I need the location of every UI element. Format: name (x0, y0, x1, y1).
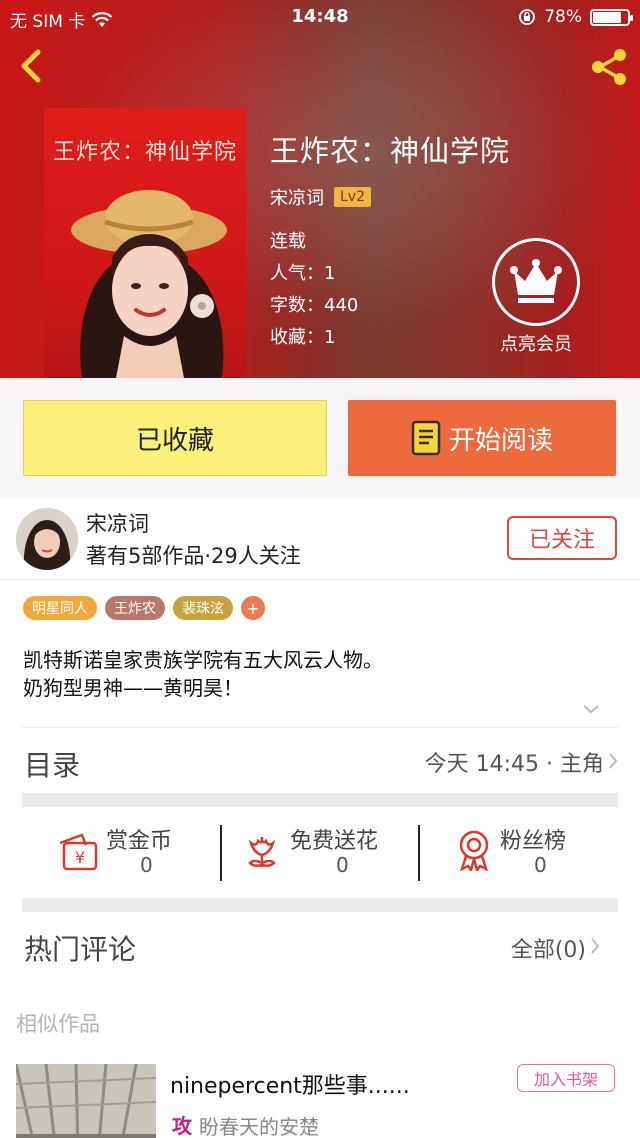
author-avatar-image (16, 508, 78, 570)
ribbon-medal-icon (459, 830, 489, 871)
catalog-row[interactable]: 目录 今天 14:45 · 主角 (22, 727, 618, 793)
add-tag-button[interactable]: + (241, 596, 265, 620)
battery-icon (590, 8, 633, 26)
back-button[interactable] (14, 46, 48, 86)
popularity: 人气：1 (270, 263, 336, 284)
chevron-left-icon (21, 49, 41, 83)
crown-icon (510, 259, 562, 303)
recommendation-tag: 攻 (172, 1114, 192, 1138)
author-stats: 著有5部作品·29人关注 (86, 544, 301, 568)
hot-comments-label: 热门评论 (24, 933, 137, 966)
cover-title: 王炸农：神仙学院 (52, 140, 237, 165)
reward-flowers-label: 免费送花 (290, 829, 379, 854)
hot-comments-row[interactable]: 热门评论 全部(0) (22, 912, 618, 978)
svg-text:¥: ¥ (75, 848, 85, 867)
word-count: 字数：440 (270, 295, 359, 316)
chevron-right-icon (591, 938, 600, 954)
serial-status: 连载 (270, 231, 306, 252)
recommendation-title[interactable]: ninepercent那些事...... (170, 1068, 410, 1100)
start-reading-button[interactable]: 开始阅读 (348, 400, 616, 476)
reward-fans-label: 粉丝榜 (500, 829, 567, 854)
reward-fans-count: 0 (534, 853, 547, 877)
favorite-count: 收藏：1 (270, 327, 336, 348)
avatar[interactable] (16, 508, 78, 570)
book-title: 王炸农：神仙学院 (270, 134, 511, 168)
divider (220, 825, 222, 881)
catalog-latest-update: 今天 14:45 · 主角 (424, 752, 604, 777)
section-divider (22, 898, 618, 912)
reward-coins-label: 赏金币 (106, 829, 173, 854)
book-author[interactable]: 宋凉词 (270, 184, 324, 210)
author-card[interactable]: 宋凉词 著有5部作品·29人关注 已关注 (0, 498, 640, 580)
recommendation-cover-image (16, 1064, 156, 1138)
divider (418, 825, 420, 881)
start-reading-label: 开始阅读 (448, 425, 553, 456)
chevron-right-icon (609, 753, 618, 769)
battery-percent: 78% (544, 7, 582, 27)
list-item[interactable]: ninepercent那些事...... 攻 盼春天的安楚 加入书架 (0, 1050, 640, 1138)
share-button[interactable] (588, 46, 630, 88)
tag-item[interactable]: 王炸农 (105, 596, 165, 620)
book-header: 无 SIM 卡 14:48 78% 王炸农：神仙学院 王炸农：神仙学院 宋凉词 … (0, 0, 640, 378)
section-divider (22, 793, 618, 807)
orientation-lock-icon (519, 9, 536, 25)
book-info: 王炸农：神仙学院 宋凉词 Lv2 连载 人气：1 字数：440 收藏：1 (270, 128, 510, 354)
status-bar: 无 SIM 卡 14:48 78% (0, 0, 640, 36)
reward-coins[interactable]: ¥ 赏金币 0 (56, 823, 216, 883)
book-icon (411, 420, 441, 456)
all-comments-link[interactable]: 全部(0) (511, 932, 586, 964)
author-name: 宋凉词 (86, 512, 149, 536)
flower-icon (248, 836, 276, 867)
reward-coins-count: 0 (140, 853, 153, 877)
vip-label: 点亮会员 (500, 334, 572, 355)
favorited-button[interactable]: 已收藏 (23, 400, 327, 476)
vip-button[interactable]: 点亮会员 (492, 238, 580, 355)
red-envelope-icon: ¥ (59, 833, 98, 871)
reward-flowers[interactable]: 免费送花 0 (244, 823, 424, 883)
followed-button[interactable]: 已关注 (507, 516, 617, 560)
share-icon (592, 49, 626, 85)
action-bar: 已收藏 开始阅读 (0, 378, 640, 498)
book-cover[interactable]: 王炸农：神仙学院 (44, 108, 246, 378)
description-line: 凯特斯诺皇家贵族学院有五大风云人物。 (23, 648, 383, 672)
level-badge: Lv2 (334, 187, 371, 207)
add-to-bookshelf-button[interactable]: 加入书架 (517, 1064, 615, 1092)
expand-chevron-icon[interactable] (582, 703, 600, 715)
cover-portrait-image (71, 190, 227, 378)
reward-fans[interactable]: 粉丝榜 0 (456, 823, 616, 883)
reward-flowers-count: 0 (336, 853, 349, 877)
description-line: 奶狗型男神——黄明昊！ (23, 676, 243, 700)
reward-bar: ¥ 赏金币 0 免费送花 0 粉丝榜 0 (22, 807, 618, 897)
book-description[interactable]: 凯特斯诺皇家贵族学院有五大风云人物。 奶狗型男神——黄明昊！ (23, 646, 383, 702)
recommendation-author: 盼春天的安楚 (199, 1115, 319, 1138)
tag-item[interactable]: 裴珠泫 (173, 596, 233, 620)
similar-works-label: 相似作品 (16, 1012, 100, 1036)
recommendation-cover[interactable] (16, 1064, 156, 1138)
tag-item[interactable]: 明星同人 (23, 596, 97, 620)
tag-list: 明星同人 王炸农 裴珠泫 + (23, 596, 265, 620)
catalog-label: 目录 (24, 749, 81, 782)
